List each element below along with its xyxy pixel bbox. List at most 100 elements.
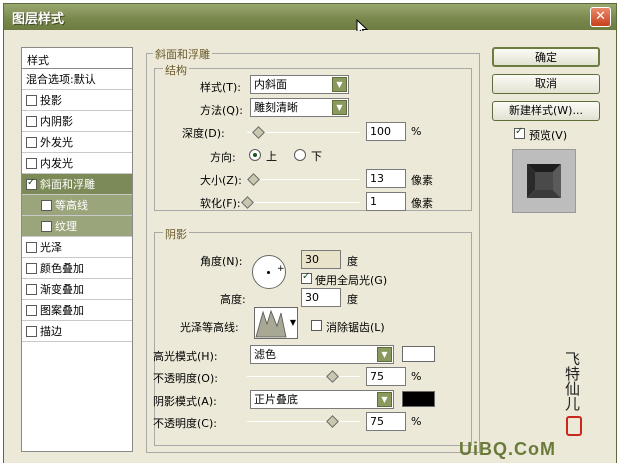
cancel-button[interactable]: 取消 <box>492 74 600 94</box>
style-item-7[interactable]: 纹理 <box>22 216 132 237</box>
method-label: 方法(Q): <box>200 104 243 117</box>
preview-checkbox[interactable] <box>514 126 525 139</box>
styles-list: 样式 混合选项:默认投影内阴影外发光内发光斜面和浮雕等高线纹理光泽颜色叠加渐变叠… <box>21 47 133 452</box>
depth-slider-thumb[interactable] <box>252 126 266 139</box>
direction-down-label: 下 <box>311 150 322 163</box>
style-select[interactable]: 内斜面 ▼ <box>250 75 349 94</box>
style-item-checkbox[interactable] <box>26 304 37 316</box>
close-button[interactable]: ✕ <box>590 7 611 27</box>
shadow-opacity-slider[interactable] <box>247 421 360 422</box>
antialias-checkbox[interactable] <box>311 320 322 331</box>
style-item-label: 内阴影 <box>40 115 73 128</box>
style-item-label: 混合选项:默认 <box>26 73 96 86</box>
highlight-opacity-label: 不透明度(O): <box>153 372 218 385</box>
shadow-color-swatch[interactable] <box>402 391 435 407</box>
global-light-label: 使用全局光(G) <box>315 274 388 287</box>
style-item-checkbox[interactable] <box>26 136 37 148</box>
depth-input[interactable]: 100 <box>366 122 406 141</box>
shadow-mode-select[interactable]: 正片叠底 ▼ <box>250 390 394 409</box>
ok-button[interactable]: 确定 <box>492 47 600 67</box>
method-select-value: 雕刻清晰 <box>254 101 298 114</box>
bevel-group-title: 斜面和浮雕 <box>153 46 212 62</box>
soften-label: 软化(F): <box>200 197 241 210</box>
highlight-mode-label: 高光模式(H): <box>153 350 218 363</box>
style-label: 样式(T): <box>200 81 242 94</box>
shadow-opacity-unit: % <box>411 415 422 428</box>
style-item-1[interactable]: 投影 <box>22 90 132 111</box>
structure-title: 结构 <box>163 62 189 78</box>
angle-dial-center <box>267 271 270 274</box>
style-item-checkbox[interactable] <box>26 325 37 337</box>
direction-down-radio[interactable] <box>294 149 306 161</box>
style-item-10[interactable]: 渐变叠加 <box>22 279 132 300</box>
soften-input[interactable]: 1 <box>366 192 406 211</box>
style-item-checkbox[interactable] <box>26 94 37 106</box>
window-title: 图层样式 <box>12 11 65 27</box>
title-bar[interactable]: 图层样式 ✕ <box>4 4 616 30</box>
style-item-checkbox[interactable] <box>26 283 37 295</box>
size-input[interactable]: 13 <box>366 169 406 188</box>
style-item-label: 投影 <box>40 94 62 107</box>
soften-unit: 像素 <box>411 197 433 210</box>
style-item-5[interactable]: 斜面和浮雕 <box>22 174 132 195</box>
shadow-opacity-slider-thumb[interactable] <box>325 415 339 428</box>
size-slider[interactable] <box>247 179 360 180</box>
angle-unit: 度 <box>347 255 358 268</box>
style-item-checkbox[interactable] <box>41 199 52 211</box>
highlight-mode-select[interactable]: 滤色 ▼ <box>250 345 394 364</box>
altitude-label: 高度: <box>220 293 246 306</box>
style-item-8[interactable]: 光泽 <box>22 237 132 258</box>
direction-up-radio[interactable] <box>249 149 261 161</box>
soften-slider[interactable] <box>247 202 360 203</box>
style-item-4[interactable]: 内发光 <box>22 153 132 174</box>
style-item-checkbox[interactable] <box>26 177 37 190</box>
style-item-label: 颜色叠加 <box>40 262 84 275</box>
shading-group: 阴影 角度(N): + 30 度 使用全局光(G) 高度: 30 度 光泽等高线… <box>153 226 472 446</box>
style-item-checkbox[interactable] <box>26 157 37 169</box>
style-item-checkbox[interactable] <box>41 220 52 232</box>
style-item-2[interactable]: 内阴影 <box>22 111 132 132</box>
highlight-opacity-slider-thumb[interactable] <box>325 370 339 383</box>
style-item-0[interactable]: 混合选项:默认 <box>22 69 132 90</box>
bevel-emboss-group: 斜面和浮雕 结构 样式(T): 内斜面 ▼ 方法(Q): 雕刻清晰 ▼ 深度(D… <box>146 46 480 453</box>
depth-unit: % <box>411 125 422 138</box>
style-item-6[interactable]: 等高线 <box>22 195 132 216</box>
shadow-mode-value: 正片叠底 <box>254 393 298 406</box>
method-select[interactable]: 雕刻清晰 ▼ <box>250 98 349 117</box>
highlight-color-swatch[interactable] <box>402 346 435 362</box>
shadow-opacity-input[interactable]: 75 <box>366 412 406 431</box>
style-item-checkbox[interactable] <box>26 262 37 274</box>
size-unit: 像素 <box>411 174 433 187</box>
style-item-label: 等高线 <box>55 199 88 212</box>
angle-input[interactable]: 30 <box>301 250 341 269</box>
chevron-down-icon: ▼ <box>377 392 392 407</box>
style-item-checkbox[interactable] <box>26 241 37 253</box>
style-item-checkbox[interactable] <box>26 115 37 127</box>
chevron-down-icon: ▼ <box>289 318 296 327</box>
style-item-12[interactable]: 描边 <box>22 321 132 342</box>
style-select-value: 内斜面 <box>254 78 287 91</box>
angle-dial[interactable]: + <box>252 255 286 289</box>
altitude-input[interactable]: 30 <box>301 288 341 307</box>
antialias-label: 消除锯齿(L) <box>326 321 385 334</box>
style-item-label: 纹理 <box>55 220 77 233</box>
depth-label: 深度(D): <box>182 127 225 140</box>
layer-style-dialog: 图层样式 ✕ 样式 混合选项:默认投影内阴影外发光内发光斜面和浮雕等高线纹理光泽… <box>3 3 617 463</box>
soften-slider-thumb[interactable] <box>241 196 254 209</box>
new-style-button[interactable]: 新建样式(W)... <box>492 101 600 121</box>
styles-header[interactable]: 样式 <box>22 48 132 69</box>
global-light-checkbox[interactable] <box>301 271 312 284</box>
highlight-opacity-input[interactable]: 75 <box>366 367 406 386</box>
highlight-opacity-unit: % <box>411 370 422 383</box>
gloss-contour-picker[interactable]: ▼ <box>254 307 298 339</box>
style-item-9[interactable]: 颜色叠加 <box>22 258 132 279</box>
highlight-opacity-slider[interactable] <box>247 376 360 377</box>
style-item-11[interactable]: 图案叠加 <box>22 300 132 321</box>
preview-label: 预览(V) <box>529 129 568 142</box>
highlight-mode-value: 滤色 <box>254 348 276 361</box>
angle-label: 角度(N): <box>200 255 243 268</box>
style-item-3[interactable]: 外发光 <box>22 132 132 153</box>
size-slider-thumb[interactable] <box>246 173 260 186</box>
direction-label: 方向: <box>210 151 236 164</box>
gloss-contour-label: 光泽等高线: <box>180 321 239 334</box>
